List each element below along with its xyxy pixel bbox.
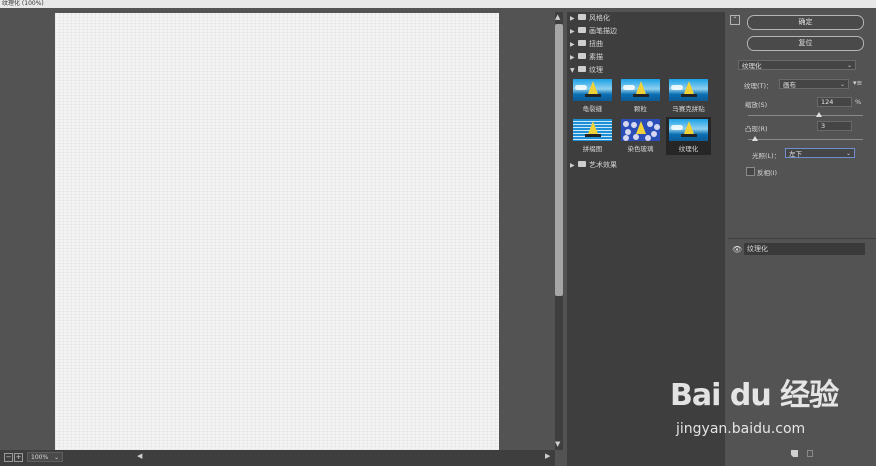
scroll-down-icon[interactable]: ▼	[555, 441, 560, 448]
expand-arrow-icon: ▶	[570, 41, 575, 48]
light-select[interactable]: 左下 ⌄	[785, 148, 855, 158]
scroll-left-icon[interactable]: ◀	[137, 453, 142, 460]
category-label: 风格化	[589, 14, 610, 22]
category-stylize[interactable]: ▶ 风格化	[570, 13, 720, 24]
thumbnail-image	[621, 79, 660, 101]
invert-checkbox[interactable]	[746, 167, 755, 176]
eye-icon[interactable]: 👁	[732, 245, 742, 254]
category-label: 艺术效果	[589, 161, 617, 169]
reset-button[interactable]: 复位	[747, 36, 864, 51]
expand-arrow-icon: ▶	[570, 162, 575, 169]
preview-bottom-bar: − + 100% ⌄	[0, 450, 555, 466]
delete-effect-layer-icon[interactable]	[807, 450, 813, 457]
zoom-out-button[interactable]: −	[4, 453, 13, 462]
thumbnail-image	[669, 119, 708, 141]
collapse-gallery-icon[interactable]: ⌃	[730, 15, 740, 25]
texture-select[interactable]: 画布 ⌄	[779, 79, 849, 89]
texture-select-value: 画布	[783, 81, 796, 89]
relief-slider-track[interactable]	[748, 139, 863, 140]
thumbnail-label: 龟裂缝	[582, 105, 603, 113]
chevron-down-icon: ⌄	[846, 62, 852, 69]
thumbnail-image	[573, 79, 612, 101]
folder-icon	[578, 14, 586, 20]
thumbnail-mosaic-tiles[interactable]: 马赛克拼贴	[666, 77, 711, 115]
filter-select-value: 纹理化	[742, 62, 762, 70]
category-label: 画笔描边	[589, 27, 617, 35]
relief-label: 凸现(R)	[745, 125, 768, 133]
texture-label: 纹理(T)：	[744, 82, 773, 90]
folder-icon	[578, 27, 586, 33]
expand-arrow-icon: ▶	[570, 28, 575, 35]
scaling-unit: %	[855, 98, 862, 106]
scaling-slider-knob[interactable]	[816, 112, 823, 117]
category-label: 纹理	[589, 66, 603, 74]
category-sketch[interactable]: ▶ 素描	[570, 52, 720, 63]
category-distort[interactable]: ▶ 扭曲	[570, 39, 720, 50]
baidu-jingyan-watermark: Bai du 经验 jingyan.baidu.com	[670, 370, 870, 450]
thumbnail-label: 染色玻璃	[627, 145, 654, 153]
invert-label: 反相(I)	[757, 169, 777, 177]
chevron-down-icon: ⌄	[839, 81, 845, 88]
relief-slider-knob[interactable]	[751, 136, 758, 141]
folder-icon	[578, 161, 586, 167]
folder-icon	[578, 53, 586, 59]
thumbnail-grain[interactable]: 颗粒	[618, 77, 663, 115]
chevron-down-icon: ⌄	[845, 150, 851, 157]
light-select-value: 左下	[789, 150, 802, 158]
thumbnail-texturizer[interactable]: 纹理化	[666, 117, 711, 155]
panel-divider	[728, 238, 876, 239]
expand-arrow-icon: ▶	[570, 54, 575, 61]
expand-arrow-icon: ▶	[570, 15, 575, 22]
zoom-select[interactable]: 100% ⌄	[27, 452, 63, 462]
preview-canvas[interactable]	[55, 13, 499, 450]
scaling-input[interactable]: 124	[817, 97, 852, 107]
relief-input[interactable]: 3	[817, 121, 852, 131]
open-folder-icon	[578, 66, 586, 72]
effect-layer-label: 纹理化	[747, 245, 768, 253]
category-label: 素描	[589, 53, 603, 61]
texture-menu-icon[interactable]: ▾≡	[853, 79, 862, 87]
chevron-down-icon: ⌄	[53, 454, 59, 461]
thumbnail-patchwork[interactable]: 拼缀图	[570, 117, 615, 155]
scaling-slider-track[interactable]	[748, 115, 863, 116]
folder-icon	[578, 40, 586, 46]
thumbnail-image	[621, 119, 660, 141]
light-label: 光照(L)：	[752, 152, 781, 160]
zoom-in-button[interactable]: +	[14, 453, 23, 462]
effect-layer-row[interactable]: 纹理化	[744, 243, 865, 255]
thumbnail-craquelure[interactable]: 龟裂缝	[570, 77, 615, 115]
category-brush-strokes[interactable]: ▶ 画笔描边	[570, 26, 720, 37]
watermark-url: jingyan.baidu.com	[676, 421, 806, 437]
category-artistic[interactable]: ▶ 艺术效果	[570, 160, 720, 171]
scroll-up-icon[interactable]: ▲	[555, 14, 560, 21]
watermark-brand: Bai du 经验	[670, 378, 839, 413]
thumbnail-image	[669, 79, 708, 101]
vertical-scroll-thumb[interactable]	[555, 24, 563, 296]
window-title: 纹理化 (100%)	[0, 0, 876, 8]
category-texture[interactable]: ▼ 纹理	[570, 65, 720, 76]
thumbnail-label: 马赛克拼贴	[672, 105, 705, 113]
thumbnail-stained-glass[interactable]: 染色玻璃	[618, 117, 663, 155]
ok-button[interactable]: 确定	[747, 15, 864, 30]
thumbnail-image	[573, 119, 612, 141]
thumbnail-label: 纹理化	[678, 145, 699, 153]
collapse-arrow-icon: ▼	[570, 67, 575, 74]
thumbnail-label: 颗粒	[634, 105, 647, 113]
scaling-label: 缩放(S)	[745, 101, 768, 109]
zoom-value: 100%	[31, 454, 49, 461]
category-label: 扭曲	[589, 40, 603, 48]
thumbnail-label: 拼缀图	[582, 145, 603, 153]
filter-select[interactable]: 纹理化 ⌄	[738, 60, 856, 70]
scroll-right-icon[interactable]: ▶	[545, 453, 550, 460]
